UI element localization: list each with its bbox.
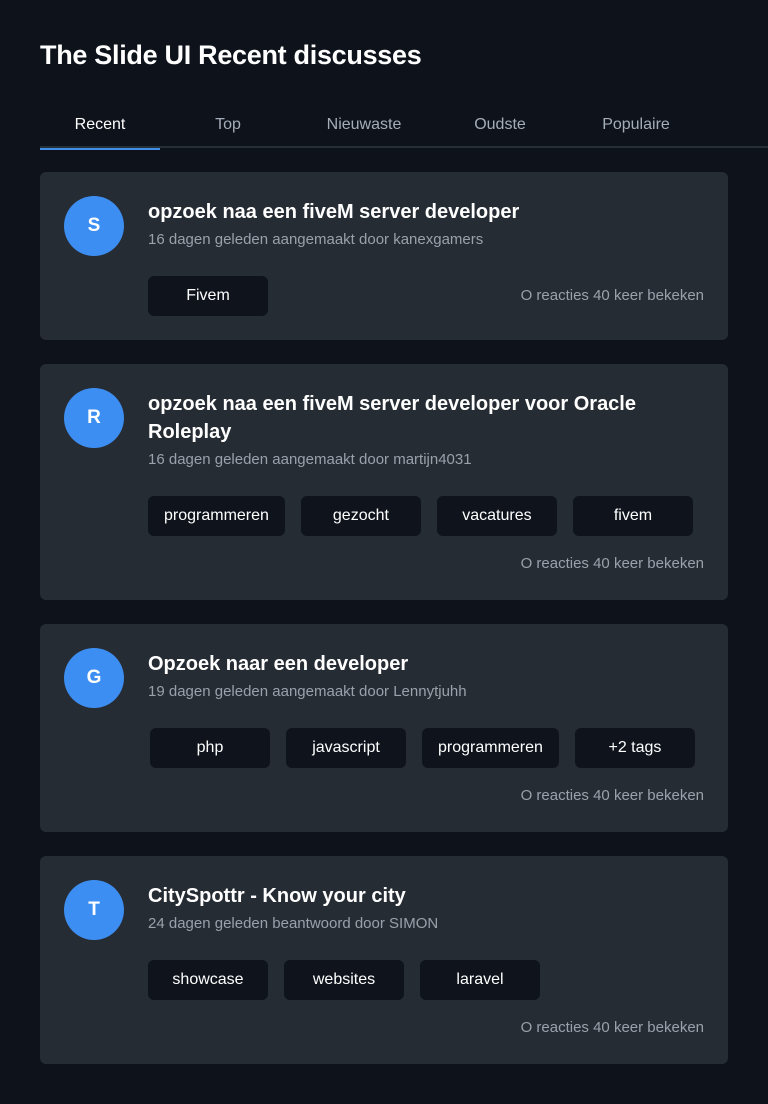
discussion-stats: O reacties 40 keer bekeken (520, 1019, 704, 1036)
tab-recent[interactable]: Recent (40, 104, 160, 150)
discussions-page: The Slide UI Recent discusses Recent Top… (0, 0, 768, 1104)
tag-list: php javascript programmeren +2 tags (150, 728, 695, 768)
tag[interactable]: javascript (286, 728, 406, 768)
discussion-meta: 16 dagen geleden aangemaakt door kanexga… (148, 231, 484, 248)
tab-populaire[interactable]: Populaire (568, 104, 704, 148)
tag[interactable]: showcase (148, 960, 268, 1000)
avatar: T (64, 880, 124, 940)
avatar: G (64, 648, 124, 708)
discussion-meta: 19 dagen geleden aangemaakt door Lennytj… (148, 683, 467, 700)
discussion-card[interactable]: G Opzoek naar een developer 19 dagen gel… (40, 624, 728, 832)
discussion-tabs: Recent Top Nieuwaste Oudste Populaire (40, 104, 768, 150)
tag-list: Fivem (148, 276, 268, 316)
discussion-card[interactable]: R opzoek naa een fiveM server developer … (40, 364, 728, 600)
discussion-title[interactable]: opzoek naa een fiveM server developer vo… (148, 390, 688, 446)
tag-list: programmeren gezocht vacatures fivem (148, 496, 693, 536)
tab-top[interactable]: Top (160, 104, 296, 148)
tag[interactable]: vacatures (436, 496, 557, 536)
discussion-title[interactable]: CitySpottr - Know your city (148, 882, 688, 910)
tag-list: showcase websites laravel (148, 960, 540, 1000)
page-title: The Slide UI Recent discusses (40, 40, 422, 70)
discussion-title[interactable]: opzoek naa een fiveM server developer (148, 198, 688, 226)
tag[interactable]: programmeren (422, 728, 559, 768)
discussion-meta: 24 dagen geleden beantwoord door SIMON (148, 915, 439, 932)
discussion-card[interactable]: S opzoek naa een fiveM server developer … (40, 172, 728, 340)
discussion-title[interactable]: Opzoek naar een developer (148, 650, 688, 678)
discussion-stats: O reacties 40 keer bekeken (520, 555, 704, 572)
tag[interactable]: gezocht (300, 496, 421, 536)
discussion-stats: O reacties 40 keer bekeken (520, 287, 704, 304)
tab-nieuwaste[interactable]: Nieuwaste (296, 104, 432, 148)
tag[interactable]: Fivem (148, 276, 268, 316)
discussion-card[interactable]: T CitySpottr - Know your city 24 dagen g… (40, 856, 728, 1064)
tab-oudste[interactable]: Oudste (432, 104, 568, 148)
tag[interactable]: programmeren (148, 496, 285, 536)
discussion-stats: O reacties 40 keer bekeken (520, 787, 704, 804)
avatar: S (64, 196, 124, 256)
avatar: R (64, 388, 124, 448)
discussion-meta: 16 dagen geleden aangemaakt door martijn… (148, 451, 472, 468)
tag[interactable]: websites (284, 960, 404, 1000)
tag[interactable]: fivem (572, 496, 693, 536)
tag[interactable]: laravel (420, 960, 540, 1000)
tag[interactable]: php (150, 728, 270, 768)
more-tags-button[interactable]: +2 tags (574, 728, 695, 768)
